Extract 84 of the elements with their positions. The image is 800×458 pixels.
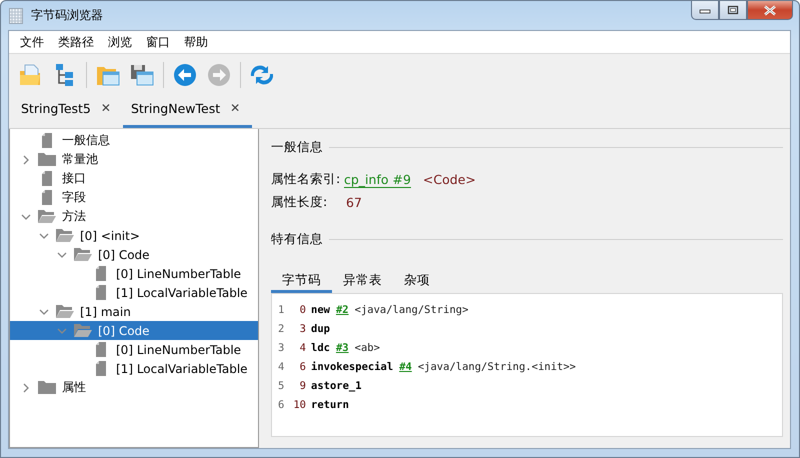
opcode: dup bbox=[311, 322, 330, 334]
section-heading: 一般信息 bbox=[271, 138, 323, 156]
maximize-icon bbox=[727, 5, 739, 15]
document-icon bbox=[96, 342, 106, 357]
opcode: new bbox=[311, 304, 330, 316]
expanded-chevron-icon[interactable] bbox=[39, 232, 49, 240]
document-icon bbox=[42, 133, 52, 148]
tree-item[interactable]: [1] LocalVariableTable bbox=[10, 283, 258, 302]
bytecode-offset: 6 bbox=[298, 360, 306, 372]
opcode: astore_1 bbox=[311, 380, 362, 392]
opcode: return bbox=[311, 398, 349, 410]
opcode: ldc bbox=[311, 342, 330, 354]
document-icon bbox=[96, 266, 106, 281]
tree-item[interactable]: [0] <init> bbox=[10, 226, 258, 245]
file-tab[interactable]: StringTest5 ✕ bbox=[13, 98, 123, 128]
tree-item[interactable]: [0] LineNumberTable bbox=[10, 264, 258, 283]
tree-item[interactable]: [1] LocalVariableTable bbox=[10, 359, 258, 378]
bytecode-offset: 4 bbox=[298, 342, 306, 354]
menu-item[interactable]: 类路径 bbox=[51, 32, 101, 52]
cp-info-link[interactable]: cp_info #9 bbox=[344, 172, 411, 188]
close-button[interactable] bbox=[747, 1, 793, 20]
tree-item[interactable]: 属性 bbox=[10, 378, 258, 397]
document-icon bbox=[42, 190, 52, 205]
bytecode-offset: 3 bbox=[298, 322, 306, 334]
tab-label[interactable]: StringTest5 bbox=[21, 100, 91, 116]
field-label: 属性名索引: bbox=[271, 171, 342, 188]
expanded-chevron-icon[interactable] bbox=[57, 250, 67, 258]
open-folder-icon bbox=[56, 229, 74, 242]
section-heading: 特有信息 bbox=[271, 230, 323, 248]
collapsed-chevron-icon[interactable] bbox=[22, 382, 30, 392]
tree-item[interactable]: [1] main bbox=[10, 302, 258, 321]
tree-item[interactable]: 一般信息 bbox=[10, 131, 258, 150]
maximize-button[interactable] bbox=[719, 1, 747, 20]
app-icon bbox=[9, 8, 23, 24]
open-folder-icon bbox=[74, 248, 92, 261]
menu-item[interactable]: 帮助 bbox=[177, 32, 215, 52]
field-comment: <Code> bbox=[422, 172, 476, 187]
close-icon bbox=[763, 4, 777, 16]
document-icon bbox=[96, 285, 106, 300]
bytecode-offset: 0 bbox=[298, 304, 306, 316]
line-number: 2 bbox=[278, 322, 286, 334]
operand-comment: <ab> bbox=[354, 342, 380, 354]
subtab[interactable]: 杂项 bbox=[393, 269, 441, 293]
tree-item[interactable]: [0] LineNumberTable bbox=[10, 340, 258, 359]
tab-label[interactable]: StringNewTest bbox=[130, 100, 220, 116]
operand-comment: <java/lang/String> bbox=[354, 304, 468, 316]
open-folder-icon bbox=[38, 210, 56, 223]
tree-item[interactable]: [0] Code bbox=[10, 245, 258, 264]
minimize-button[interactable] bbox=[691, 1, 719, 20]
close-tab-button[interactable]: ✕ bbox=[100, 101, 111, 115]
bytecode-offset: 9 bbox=[298, 380, 306, 392]
window-title: 字节码浏览器 bbox=[31, 7, 103, 24]
tree-item[interactable]: 方法 bbox=[10, 207, 258, 226]
document-icon bbox=[42, 171, 52, 186]
bytecode-offset: 10 bbox=[292, 398, 306, 410]
tree-item[interactable]: 常量池 bbox=[10, 150, 258, 169]
field-label: 属性长度: bbox=[271, 194, 328, 211]
opcode: invokespecial bbox=[311, 360, 394, 372]
folder-icon bbox=[38, 381, 56, 394]
field-value: 67 bbox=[345, 195, 362, 210]
subtab[interactable]: 异常表 bbox=[332, 269, 393, 293]
menu-item[interactable]: 窗口 bbox=[139, 32, 177, 52]
menu-item[interactable]: 文件 bbox=[13, 32, 51, 52]
line-number: 3 bbox=[278, 342, 286, 354]
operand-comment: <java/lang/String.<init>> bbox=[418, 360, 576, 372]
expanded-chevron-icon[interactable] bbox=[39, 308, 49, 316]
operand-link[interactable]: #3 bbox=[336, 342, 349, 354]
tree-item[interactable]: 字段 bbox=[10, 188, 258, 207]
tree-item[interactable]: [0] Code bbox=[10, 321, 258, 340]
close-tab-button[interactable]: ✕ bbox=[230, 101, 240, 115]
line-number: 4 bbox=[278, 360, 286, 372]
document-icon bbox=[96, 361, 106, 376]
menu-item[interactable]: 浏览 bbox=[101, 32, 139, 52]
tree-item[interactable]: 接口 bbox=[10, 169, 258, 188]
line-number: 5 bbox=[278, 380, 286, 392]
operand-link[interactable]: #4 bbox=[399, 360, 412, 372]
expanded-chevron-icon[interactable] bbox=[21, 212, 31, 220]
collapsed-chevron-icon[interactable] bbox=[22, 154, 30, 164]
operand-link[interactable]: #2 bbox=[336, 304, 349, 316]
line-number: 1 bbox=[278, 304, 286, 316]
folder-icon bbox=[38, 153, 56, 166]
open-folder-icon bbox=[74, 324, 92, 337]
open-folder-icon bbox=[56, 305, 74, 318]
line-number: 6 bbox=[278, 398, 286, 410]
